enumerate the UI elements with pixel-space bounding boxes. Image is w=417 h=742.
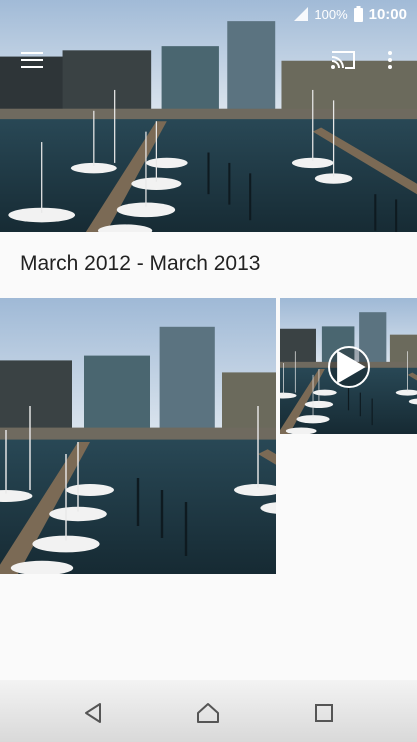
album-date-range: March 2012 - March 2013 [20, 252, 261, 275]
recents-icon[interactable] [309, 698, 339, 728]
clock: 10:00 [368, 5, 407, 23]
video-thumbnail[interactable] [280, 298, 417, 434]
cast-icon[interactable] [329, 46, 357, 74]
more-vert-icon[interactable] [376, 46, 404, 74]
status-bar: 100% 10:00 [0, 0, 417, 28]
battery-icon [353, 6, 363, 22]
home-icon[interactable] [193, 698, 223, 728]
play-icon[interactable] [328, 346, 370, 388]
photo-thumbnail[interactable] [0, 298, 276, 574]
battery-percent: 100% [314, 6, 348, 22]
signal-icon [294, 7, 309, 21]
header-photo [0, 0, 417, 232]
navigation-bar [0, 680, 417, 742]
menu-icon[interactable] [18, 46, 46, 74]
back-icon[interactable] [78, 698, 108, 728]
app-bar [0, 44, 417, 80]
